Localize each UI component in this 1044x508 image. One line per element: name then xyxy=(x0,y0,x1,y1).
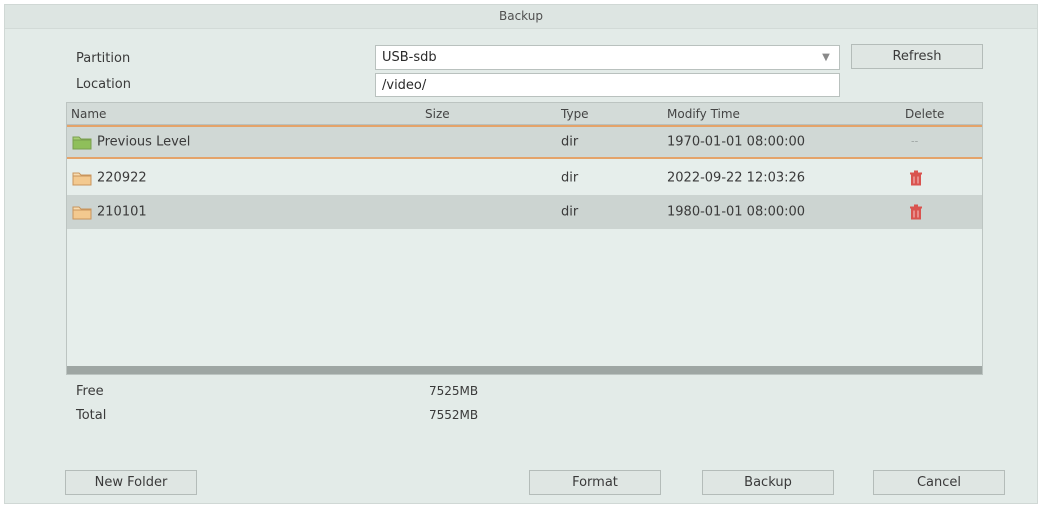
horizontal-scrollbar[interactable] xyxy=(67,366,982,374)
row-name: 220922 xyxy=(97,170,147,186)
table-row[interactable]: 220922 dir 2022-09-22 12:03:26 xyxy=(67,161,982,195)
chevron-down-icon[interactable]: ▼ xyxy=(813,46,839,69)
row-name: Previous Level xyxy=(97,134,191,150)
cancel-button[interactable]: Cancel xyxy=(873,470,1005,495)
dialog-title: Backup xyxy=(5,5,1037,29)
location-label: Location xyxy=(76,77,131,92)
row-type: dir xyxy=(561,204,579,220)
total-label: Total xyxy=(76,408,107,423)
trash-icon[interactable] xyxy=(910,204,922,220)
row-modify-time: 1970-01-01 08:00:00 xyxy=(667,134,806,150)
partition-value: USB-sdb xyxy=(382,50,437,65)
row-modify-time: 1980-01-01 08:00:00 xyxy=(667,204,806,220)
table-row[interactable]: 210101 dir 1980-01-01 08:00:00 xyxy=(67,195,982,229)
format-button[interactable]: Format xyxy=(529,470,661,495)
file-table: Name Size Type Modify Time Delete Previo… xyxy=(66,102,983,375)
row-name: 210101 xyxy=(97,204,147,220)
new-folder-button[interactable]: New Folder xyxy=(65,470,197,495)
folder-icon xyxy=(72,172,92,186)
column-type: Type xyxy=(561,107,589,121)
free-label: Free xyxy=(76,384,104,399)
column-size: Size xyxy=(425,107,450,121)
location-field[interactable]: /video/ xyxy=(375,73,840,97)
column-delete: Delete xyxy=(905,107,945,121)
column-modify-time: Modify Time xyxy=(667,107,740,121)
location-value: /video/ xyxy=(382,78,427,93)
free-value: 7525MB xyxy=(429,384,479,398)
row-delete-disabled: -- xyxy=(911,136,919,148)
table-header: Name Size Type Modify Time Delete xyxy=(67,103,982,125)
row-modify-time: 2022-09-22 12:03:26 xyxy=(667,170,806,186)
row-type: dir xyxy=(561,134,579,150)
row-type: dir xyxy=(561,170,579,186)
total-value: 7552MB xyxy=(429,408,479,422)
refresh-button[interactable]: Refresh xyxy=(851,44,983,69)
backup-button[interactable]: Backup xyxy=(702,470,834,495)
partition-select[interactable]: USB-sdb ▼ xyxy=(375,45,840,70)
trash-icon[interactable] xyxy=(910,170,922,186)
column-name: Name xyxy=(71,107,107,121)
folder-icon xyxy=(72,206,92,220)
partition-label: Partition xyxy=(76,51,131,66)
folder-up-icon xyxy=(72,136,92,150)
backup-dialog: Backup Partition USB-sdb ▼ Refresh Locat… xyxy=(4,4,1038,504)
table-row[interactable]: Previous Level dir 1970-01-01 08:00:00 -… xyxy=(67,125,982,159)
